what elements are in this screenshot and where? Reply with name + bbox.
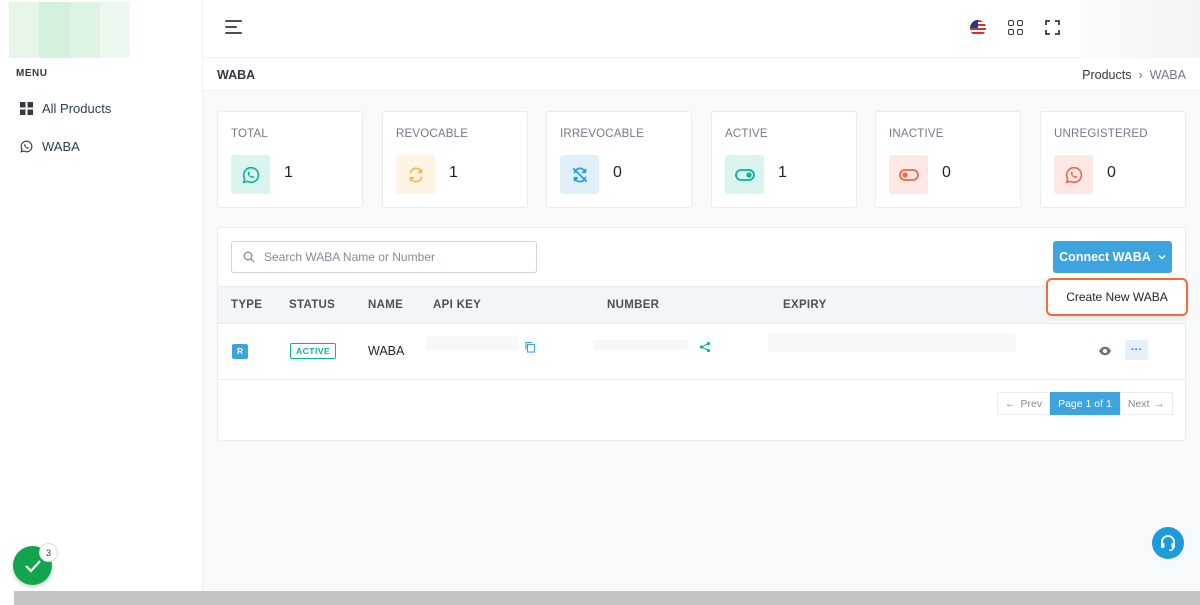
pagination: ← Prev Page 1 of 1 Next → — [997, 392, 1173, 415]
connect-waba-button[interactable]: Connect WABA — [1053, 241, 1172, 273]
stat-card-irrevocable: IRREVOCABLE 0 — [546, 111, 692, 208]
sidebar-item-label: All Products — [42, 101, 112, 116]
stat-value: 0 — [1107, 164, 1116, 181]
api-key-value — [426, 336, 518, 350]
sidebar-item-label: WABA — [42, 139, 80, 154]
us-flag-icon[interactable] — [970, 20, 986, 36]
hamburger-menu-icon[interactable] — [225, 20, 245, 36]
stat-label: UNREGISTERED — [1054, 128, 1148, 140]
waba-name: WABA — [368, 344, 405, 358]
stat-card-active: ACTIVE 1 — [711, 111, 857, 208]
support-button[interactable] — [1152, 527, 1184, 559]
whatsapp-icon — [20, 140, 33, 153]
current-page: Page 1 of 1 — [1050, 392, 1120, 415]
more-dots-icon: ··· — [1131, 344, 1142, 356]
breadcrumb-current: WABA — [1149, 68, 1186, 82]
whatsapp-icon — [1054, 155, 1093, 194]
menu-title: MENU — [16, 68, 48, 79]
copy-icon[interactable] — [524, 341, 536, 353]
sidebar: MENU All Products WABA — [0, 0, 203, 605]
refresh-icon — [396, 155, 435, 194]
table-row: R ACTIVE WABA ··· — [218, 324, 1185, 380]
type-badge: R — [232, 344, 248, 359]
stat-label: TOTAL — [231, 128, 268, 140]
arrow-left-icon: ← — [1005, 397, 1016, 410]
logo[interactable] — [9, 2, 130, 58]
connect-waba-label: Connect WABA — [1059, 250, 1151, 264]
breadcrumb-products[interactable]: Products — [1082, 68, 1131, 82]
sidebar-item-all-products[interactable]: All Products — [20, 101, 111, 116]
page-title: WABA — [217, 68, 256, 82]
stat-label: REVOCABLE — [396, 128, 469, 140]
next-page-button[interactable]: Next → — [1119, 392, 1173, 415]
prev-page-button[interactable]: ← Prev — [997, 392, 1051, 415]
stat-value: 1 — [449, 164, 458, 181]
stat-label: INACTIVE — [889, 128, 944, 140]
search-input[interactable] — [264, 250, 524, 264]
toggle-on-icon — [725, 155, 764, 194]
notification-count-badge: 3 — [39, 543, 58, 562]
stat-card-total: TOTAL 1 — [217, 111, 363, 208]
stat-value: 1 — [778, 164, 787, 181]
fullscreen-icon[interactable] — [1045, 20, 1060, 35]
expiry-value — [768, 334, 1016, 352]
stat-card-revocable: REVOCABLE 1 — [382, 111, 528, 208]
table-header: TYPE STATUS NAME API KEY NUMBER EXPIRY — [218, 286, 1185, 324]
stat-label: IRREVOCABLE — [560, 128, 645, 140]
breadcrumb: Products › WABA — [1082, 68, 1186, 82]
headset-icon — [1161, 535, 1175, 551]
search-icon — [243, 251, 255, 263]
check-icon — [24, 559, 41, 573]
create-new-waba-label: Create New WABA — [1066, 290, 1168, 304]
stat-card-unregistered: UNREGISTERED 0 — [1040, 111, 1186, 208]
more-actions-button[interactable]: ··· — [1125, 340, 1148, 360]
waba-table-panel: Connect WABA TYPE STATUS NAME API KEY NU… — [217, 227, 1186, 441]
number-value — [593, 340, 688, 350]
stat-label: ACTIVE — [725, 128, 768, 140]
whatsapp-icon — [231, 155, 270, 194]
refresh-off-icon — [560, 155, 599, 194]
stat-value: 0 — [942, 164, 951, 181]
share-icon[interactable] — [699, 341, 711, 353]
column-header-api-key: API KEY — [433, 299, 482, 311]
column-header-type: TYPE — [231, 299, 263, 311]
toggle-off-icon — [889, 155, 928, 194]
stat-value: 0 — [613, 164, 622, 181]
column-header-status: STATUS — [289, 299, 336, 311]
sidebar-item-waba[interactable]: WABA — [20, 139, 80, 154]
column-header-name: NAME — [368, 299, 404, 311]
arrow-right-icon: → — [1154, 397, 1165, 410]
status-badge: ACTIVE — [290, 343, 337, 359]
breadcrumb-separator-icon: › — [1138, 68, 1143, 82]
top-bar — [203, 0, 1200, 58]
page-title-bar: WABA Products › WABA — [203, 58, 1200, 91]
horizontal-scrollbar[interactable] — [14, 591, 1200, 605]
dropdown-item-create-new-waba[interactable]: Create New WABA — [1046, 278, 1188, 316]
chevron-down-icon — [1158, 255, 1166, 260]
stat-card-inactive: INACTIVE 0 — [875, 111, 1021, 208]
user-profile[interactable] — [1080, 0, 1200, 58]
stat-value: 1 — [284, 164, 293, 181]
eye-icon[interactable] — [1098, 344, 1112, 358]
apps-grid-icon[interactable] — [1008, 20, 1023, 35]
prev-label: Prev — [1020, 397, 1043, 410]
search-box[interactable] — [231, 241, 537, 273]
grid-icon — [20, 102, 33, 115]
column-header-expiry: EXPIRY — [783, 299, 827, 311]
column-header-number: NUMBER — [607, 299, 660, 311]
next-label: Next — [1127, 397, 1150, 410]
